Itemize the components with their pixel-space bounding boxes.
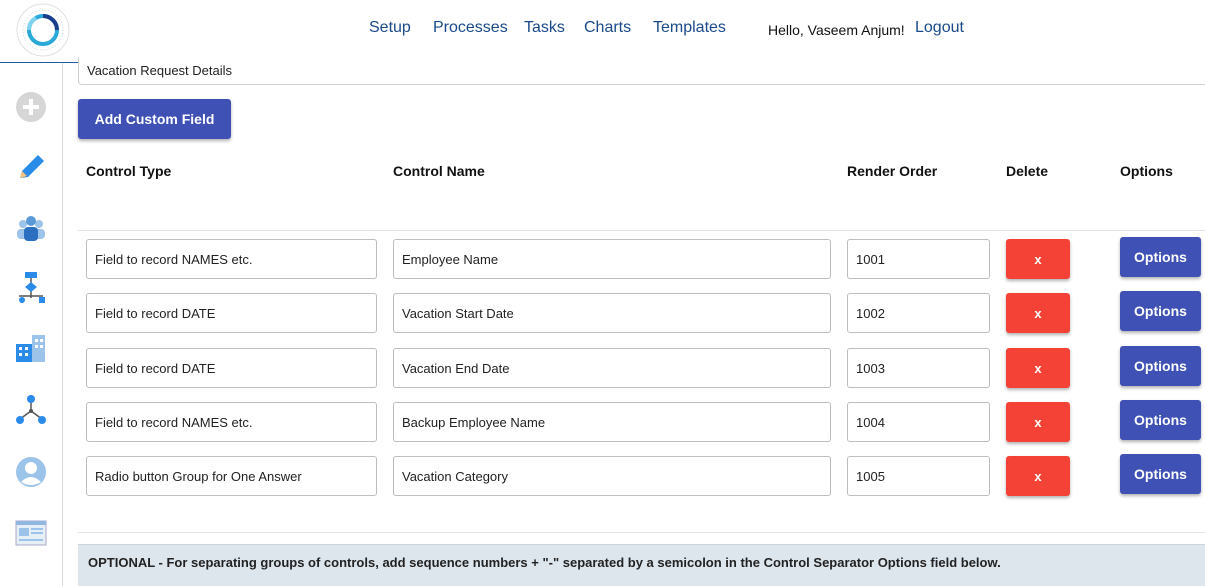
control-name-input[interactable]: Vacation Start Date <box>393 293 831 333</box>
options-button[interactable]: Options <box>1120 400 1201 440</box>
control-type-input[interactable]: Field to record NAMES etc. <box>86 239 377 279</box>
options-button[interactable]: Options <box>1120 454 1201 494</box>
options-button[interactable]: Options <box>1120 291 1201 331</box>
options-button[interactable]: Options <box>1120 237 1201 277</box>
main-content: Vacation Request Details Add Custom Fiel… <box>62 57 1205 586</box>
greeting-text: Hello, Vaseem Anjum! <box>768 22 905 38</box>
control-type-input[interactable]: Radio button Group for One Answer <box>86 456 377 496</box>
table-row: Field to record DATE Vacation End Date 1… <box>62 346 1205 390</box>
web-page-icon[interactable] <box>14 516 48 550</box>
header-delete: Delete <box>1006 163 1049 179</box>
nav-setup[interactable]: Setup <box>369 19 411 37</box>
brand-logo-icon <box>16 3 70 57</box>
buildings-icon[interactable] <box>14 332 48 366</box>
delete-button[interactable]: x <box>1006 402 1070 442</box>
control-name-input[interactable]: Vacation Category <box>393 456 831 496</box>
render-order-input[interactable]: 1003 <box>847 348 990 388</box>
control-type-input[interactable]: Field to record DATE <box>86 348 377 388</box>
header-control-name: Control Name <box>393 163 485 179</box>
nav-tasks[interactable]: Tasks <box>524 19 565 37</box>
nav-charts[interactable]: Charts <box>584 19 631 37</box>
render-order-input[interactable]: 1002 <box>847 293 990 333</box>
table-row: Field to record DATE Vacation Start Date… <box>62 291 1205 335</box>
delete-button[interactable]: x <box>1006 239 1070 279</box>
top-header: Setup Processes Tasks Charts Templates H… <box>0 0 1205 63</box>
render-order-input[interactable]: 1005 <box>847 456 990 496</box>
control-type-input[interactable]: Field to record NAMES etc. <box>86 402 377 442</box>
logout-link[interactable]: Logout <box>915 19 964 37</box>
add-circle-icon[interactable] <box>14 90 48 124</box>
header-render-order: Render Order <box>847 163 938 179</box>
form-title-input[interactable]: Vacation Request Details <box>78 57 1205 85</box>
table-divider-top <box>78 230 1205 231</box>
group-icon[interactable] <box>14 211 48 245</box>
nav-templates[interactable]: Templates <box>653 19 726 37</box>
brand-logo[interactable] <box>14 2 72 58</box>
add-custom-field-button[interactable]: Add Custom Field <box>78 99 231 139</box>
options-button[interactable]: Options <box>1120 346 1201 386</box>
network-icon[interactable] <box>14 393 48 427</box>
delete-button[interactable]: x <box>1006 348 1070 388</box>
pencil-icon[interactable] <box>14 150 48 184</box>
table-row: Field to record NAMES etc. Employee Name… <box>62 237 1205 281</box>
delete-button[interactable]: x <box>1006 293 1070 333</box>
control-name-input[interactable]: Employee Name <box>393 239 831 279</box>
header-options: Options <box>1120 163 1173 179</box>
sidebar <box>0 63 63 586</box>
nav-processes[interactable]: Processes <box>433 19 508 37</box>
delete-button[interactable]: x <box>1006 456 1070 496</box>
table-divider-bottom <box>78 532 1205 533</box>
flowchart-icon[interactable] <box>14 270 48 304</box>
header-control-type: Control Type <box>86 163 172 179</box>
separator-notice: OPTIONAL - For separating groups of cont… <box>78 544 1205 586</box>
render-order-input[interactable]: 1001 <box>847 239 990 279</box>
control-name-input[interactable]: Backup Employee Name <box>393 402 831 442</box>
table-row: Field to record NAMES etc. Backup Employ… <box>62 400 1205 444</box>
control-name-input[interactable]: Vacation End Date <box>393 348 831 388</box>
render-order-input[interactable]: 1004 <box>847 402 990 442</box>
user-avatar-icon[interactable] <box>14 455 48 489</box>
table-row: Radio button Group for One Answer Vacati… <box>62 454 1205 498</box>
control-type-input[interactable]: Field to record DATE <box>86 293 377 333</box>
